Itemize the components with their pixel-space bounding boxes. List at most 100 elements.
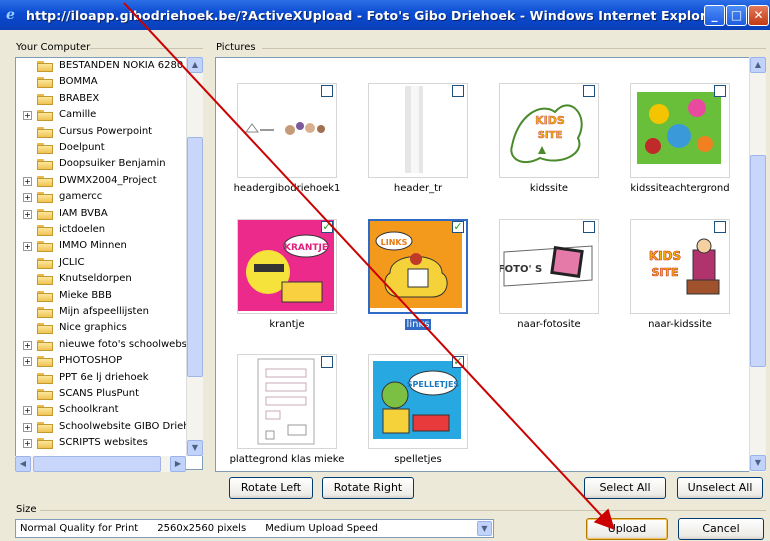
tree-folder-item[interactable]: PPT 6e lj driehoek [16,371,187,386]
expand-icon[interactable]: + [23,242,32,252]
folder-icon [37,438,53,450]
tree-folder-item[interactable]: Knutseldorpen [16,272,187,287]
picture-thumbnail[interactable]: LINKS [368,219,468,314]
size-dropdown[interactable]: Normal Quality for Print 2560x2560 pixel… [15,519,494,538]
expand-icon[interactable]: + [23,340,32,350]
checkbox-unchecked-icon[interactable] [583,221,595,233]
scroll-thumb[interactable] [187,137,203,377]
pictures-label: Pictures [216,42,256,53]
expand-icon[interactable]: + [23,111,32,121]
pictures-vertical-scrollbar[interactable]: ▲ ▼ [749,57,766,472]
scroll-left-icon[interactable]: ◀ [15,456,31,472]
checkbox-unchecked-icon[interactable] [714,221,726,233]
tree-folder-label: DWMX2004_Project [59,174,157,186]
maximize-button[interactable]: □ [726,5,747,26]
cancel-button[interactable]: Cancel [678,518,764,540]
tree-folder-item[interactable]: + IMMO Minnen [16,239,187,254]
tree-folder-item[interactable]: + gamercc [16,190,187,205]
picture-thumbnail[interactable] [368,83,468,178]
tree-folder-item[interactable]: Doopsuiker Benjamin [16,157,187,172]
close-button[interactable]: ✕ [748,5,769,26]
select-all-button[interactable]: Select All [584,477,666,499]
folder-tree-horizontal-scrollbar[interactable]: ◀ ▶ [15,456,186,472]
rotate-left-button[interactable]: Rotate Left [229,477,313,499]
unselect-all-button[interactable]: Unselect All [677,477,763,499]
tree-folder-item[interactable]: Doelpunt [16,141,187,156]
picture-caption-text: links [404,319,432,330]
tree-folder-label: SCRIPTS websites [59,437,148,449]
expand-icon[interactable]: + [23,193,32,203]
folder-tree[interactable]: BESTANDEN NOKIA 6280 BOMMA BRABEX + Camille C… [15,57,203,470]
upload-window: e http://iloapp.gibodriehoek.be/?ActiveX… [0,0,770,541]
folder-tree-vertical-scrollbar[interactable]: ▲ ▼ [186,57,203,456]
rotate-right-button[interactable]: Rotate Right [322,477,414,499]
tree-folder-item[interactable]: BRABEX [16,92,187,107]
scroll-thumb[interactable] [750,155,766,367]
folder-icon [37,274,53,286]
tree-folder-item[interactable]: + IAM BVBA [16,207,187,222]
tree-folder-item[interactable]: Mijn afspeellijsten [16,305,187,320]
tree-folder-item[interactable]: ictdoelen [16,223,187,238]
picture-caption-text: headergibodriehoek1 [233,183,341,194]
checkbox-checked-icon[interactable]: ✓ [452,221,464,233]
folder-icon [37,126,53,138]
folder-icon [37,372,53,384]
picture-thumbnail[interactable]: KIDS SITE [630,219,730,314]
checkbox-unchecked-icon[interactable] [452,85,464,97]
scroll-up-icon[interactable]: ▲ [750,57,766,73]
tree-folder-label: BOMMA [59,76,98,88]
divider [40,510,766,511]
tree-folder-item[interactable]: + nieuwe foto's schoolwebsit [16,338,194,353]
picture-caption: header_tr [353,183,483,194]
checkbox-unchecked-icon[interactable] [321,356,333,368]
expand-icon[interactable]: + [23,176,32,186]
tree-folder-item[interactable]: + PHOTOSHOP [16,354,187,369]
picture-thumbnail[interactable] [630,83,730,178]
expand-icon[interactable]: + [23,422,32,432]
picture-thumbnail[interactable]: KRANTJE [237,219,337,314]
tree-folder-item[interactable]: BESTANDEN NOKIA 6280 [16,59,187,74]
tree-folder-item[interactable]: BOMMA [16,75,187,90]
tree-folder-item[interactable]: Cursus Powerpoint [16,125,187,140]
tree-folder-item[interactable]: + Camille [16,108,187,123]
expand-icon[interactable]: + [23,439,32,449]
tree-folder-item[interactable]: + SCRIPTS websites [16,436,187,451]
tree-folder-label: Schoolwebsite GIBO Drieho [59,420,196,432]
picture-thumbnail[interactable]: FOTO' S [498,219,599,314]
tree-folder-label: Camille [59,109,97,121]
tree-folder-item[interactable]: + DWMX2004_Project [16,174,187,189]
picture-thumbnail[interactable] [237,83,337,178]
checkbox-checked-icon[interactable]: ✓ [321,221,333,233]
tree-folder-item[interactable]: + Schoolkrant [16,403,187,418]
scroll-thumb[interactable] [33,456,161,472]
scroll-right-icon[interactable]: ▶ [170,456,186,472]
tree-folder-item[interactable]: SCANS PlusPunt [16,387,187,402]
tree-folder-item[interactable]: + Schoolwebsite GIBO Drieho [16,420,196,435]
picture-caption: krantje [222,319,352,330]
tree-folder-label: JCLIC [59,256,85,268]
scroll-down-icon[interactable]: ▼ [187,440,203,456]
picture-thumbnail[interactable] [237,354,337,449]
upload-button[interactable]: Upload [586,518,668,540]
folder-icon [37,290,53,302]
picture-thumbnail[interactable]: SPELLETJES [368,354,468,449]
folder-icon [37,143,53,154]
tree-folder-item[interactable]: JCLIC [16,256,187,271]
expand-icon[interactable]: + [23,357,32,367]
chevron-down-icon[interactable]: ▼ [477,521,492,536]
checkbox-unchecked-icon[interactable] [321,85,333,97]
checkbox-checked-icon[interactable]: ✓ [452,356,464,368]
scroll-down-icon[interactable]: ▼ [750,455,766,471]
title-bar[interactable]: e http://iloapp.gibodriehoek.be/?ActiveX… [0,0,770,30]
checkbox-unchecked-icon[interactable] [714,85,726,97]
picture-thumbnail[interactable]: KIDS SITE [499,83,599,178]
expand-icon[interactable]: + [23,406,32,416]
scroll-up-icon[interactable]: ▲ [187,57,203,73]
minimize-button[interactable]: _ [704,5,725,26]
window-title: http://iloapp.gibodriehoek.be/?ActiveXUp… [26,7,722,23]
pictures-grid[interactable]: headergibodriehoek1 header_tr KIDS SITE kids… [215,57,751,472]
checkbox-unchecked-icon[interactable] [583,85,595,97]
tree-folder-item[interactable]: Nice graphics [16,321,187,336]
expand-icon[interactable]: + [23,209,32,219]
tree-folder-item[interactable]: Mieke BBB [16,289,187,304]
